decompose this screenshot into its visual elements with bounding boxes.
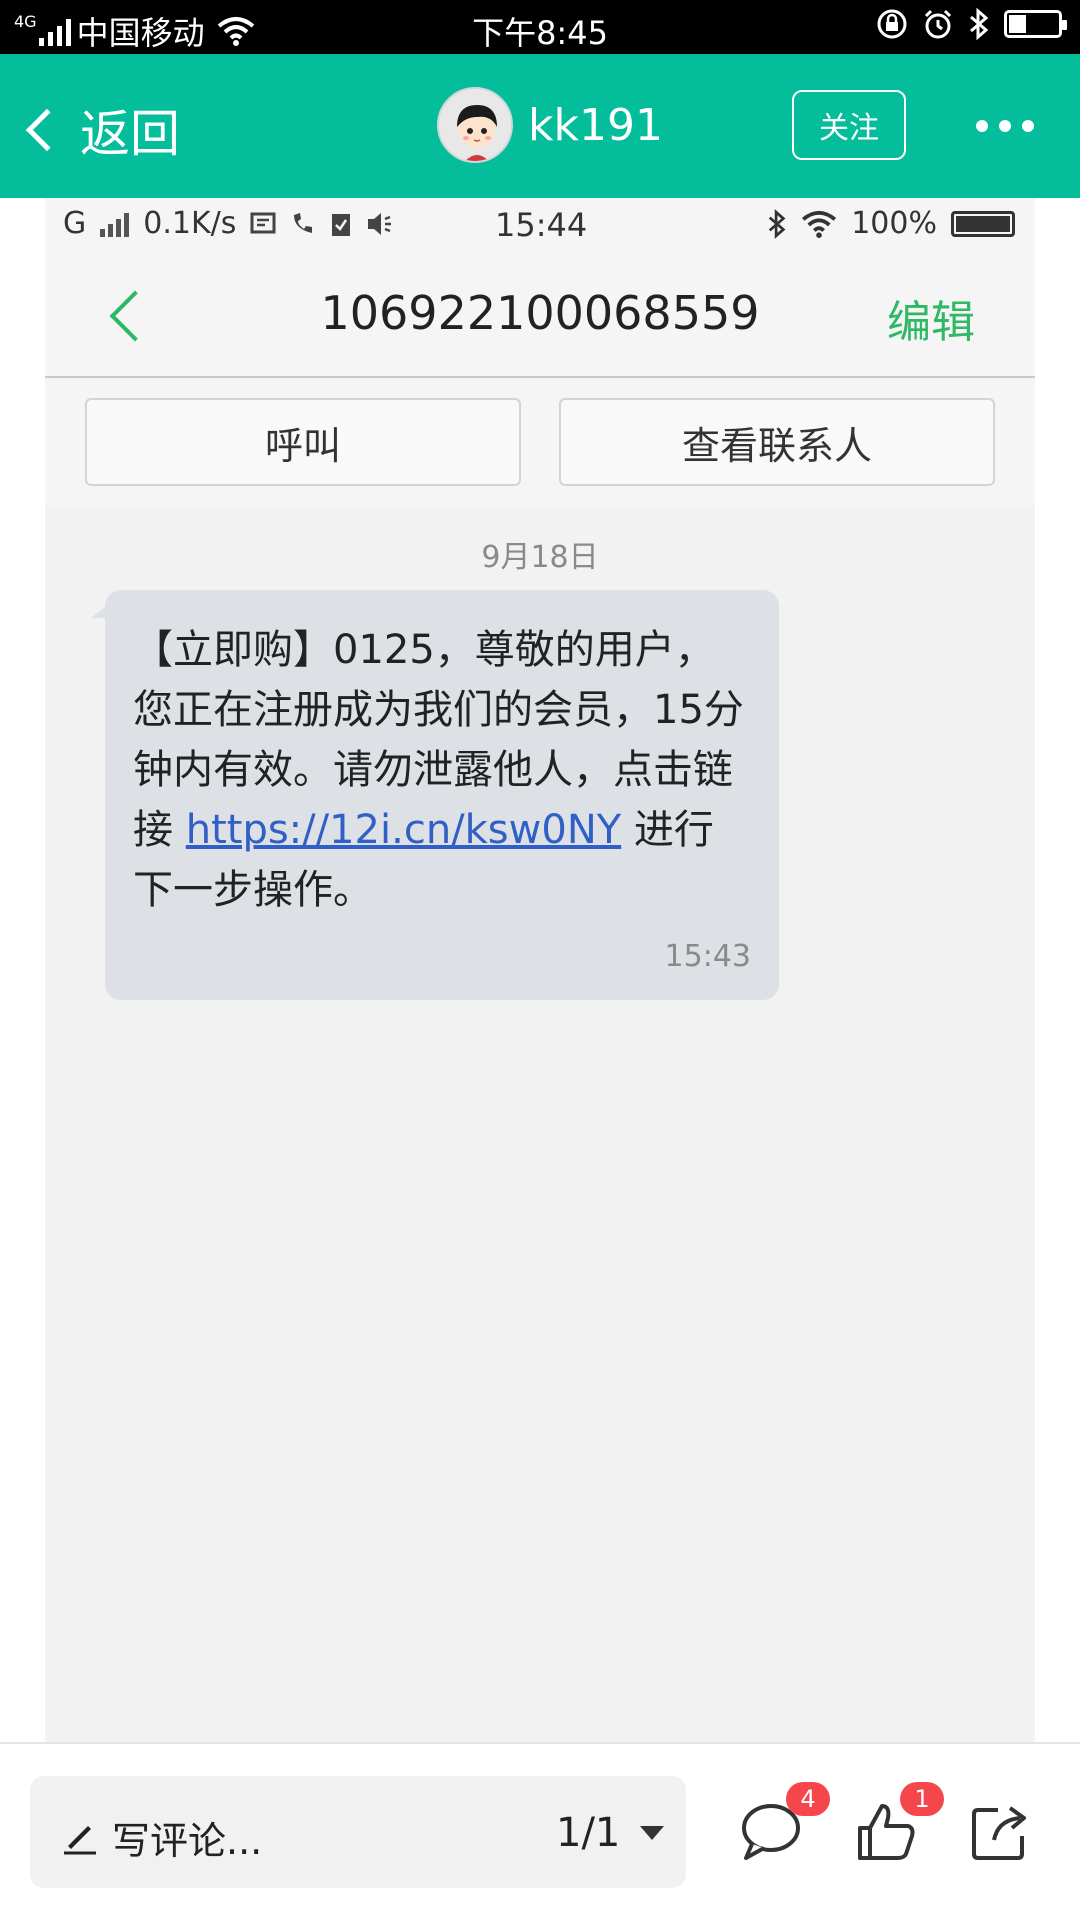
missed-call-icon	[294, 212, 313, 233]
screenshot-wifi-icon	[802, 210, 837, 238]
screenshot-title-bar: 106922100068559 编辑	[45, 250, 1035, 378]
share-icon[interactable]	[968, 1800, 1034, 1864]
back-button[interactable]: 返回	[20, 94, 180, 166]
screenshot-bluetooth-icon	[769, 208, 786, 239]
status-bar: 4G 中国移动 下午8:45	[0, 0, 1080, 54]
screenshot-call-button: 呼叫	[85, 398, 521, 486]
screenshot-battery-icon	[951, 210, 1015, 237]
follow-button[interactable]: 关注	[792, 90, 906, 160]
bottom-bar: 写评论... 1/1 4 1	[0, 1742, 1080, 1920]
screenshot-status-time: 15:44	[495, 206, 588, 244]
message-time: 15:43	[664, 939, 751, 974]
shared-screenshot[interactable]: G 0.1K/s 15:44 100% 106922100068559 编辑 呼…	[45, 198, 1035, 1742]
page-indicator[interactable]: 1/1	[556, 1810, 620, 1856]
bluetooth-icon	[970, 8, 989, 40]
comment-count-badge: 4	[786, 1782, 830, 1816]
post-detail-page: 4G 中国移动 下午8:45 返回 kk191 关注 G 0.1K/s 15:4…	[0, 0, 1080, 1920]
screenshot-signal-icon	[100, 211, 130, 237]
like-count-badge: 1	[900, 1782, 944, 1816]
battery-icon	[1004, 10, 1067, 38]
screenshot-status-right: 100%	[767, 206, 1015, 241]
chevron-left-icon	[25, 108, 69, 152]
pencil-icon	[64, 1826, 96, 1855]
more-options-icon[interactable]	[976, 120, 1034, 132]
screenshot-view-contact-button: 查看联系人	[559, 398, 995, 486]
message-date: 9月18日	[481, 540, 599, 575]
screenshot-action-row: 呼叫 查看联系人	[45, 380, 1035, 508]
avatar[interactable]	[437, 87, 513, 163]
status-bar-right	[876, 8, 1067, 40]
screenshot-network: G	[63, 206, 87, 241]
screenshot-capture-icon	[250, 212, 276, 233]
message-text: 【立即购】0125，尊敬的用户，您正在注册成为我们的会员，15分钟内有效。请勿泄…	[133, 620, 753, 920]
screenshot-status-left: G 0.1K/s	[63, 206, 396, 241]
speaker-icon	[368, 212, 392, 235]
clipboard-icon	[332, 213, 351, 236]
back-label: 返回	[80, 105, 180, 163]
screenshot-edit-label: 编辑	[887, 297, 975, 348]
screenshot-battery-percent: 100%	[851, 206, 937, 241]
caret-down-icon[interactable]	[640, 1826, 664, 1840]
message-link: https://12i.cn/ksw0NY	[185, 807, 622, 853]
app-header: 返回 kk191 关注	[0, 54, 1080, 198]
screenshot-speed: 0.1K/s	[143, 206, 237, 241]
username[interactable]: kk191	[528, 100, 663, 151]
screenshot-status-bar: G 0.1K/s 15:44 100%	[45, 198, 1035, 250]
alarm-icon	[924, 9, 952, 39]
lock-rotation-icon	[877, 9, 907, 39]
avatar-image	[439, 89, 511, 161]
comment-input[interactable]: 写评论... 1/1	[30, 1776, 686, 1888]
message-bubble: 【立即购】0125，尊敬的用户，您正在注册成为我们的会员，15分钟内有效。请勿泄…	[91, 590, 779, 1000]
comment-placeholder: 写评论...	[112, 1819, 263, 1863]
